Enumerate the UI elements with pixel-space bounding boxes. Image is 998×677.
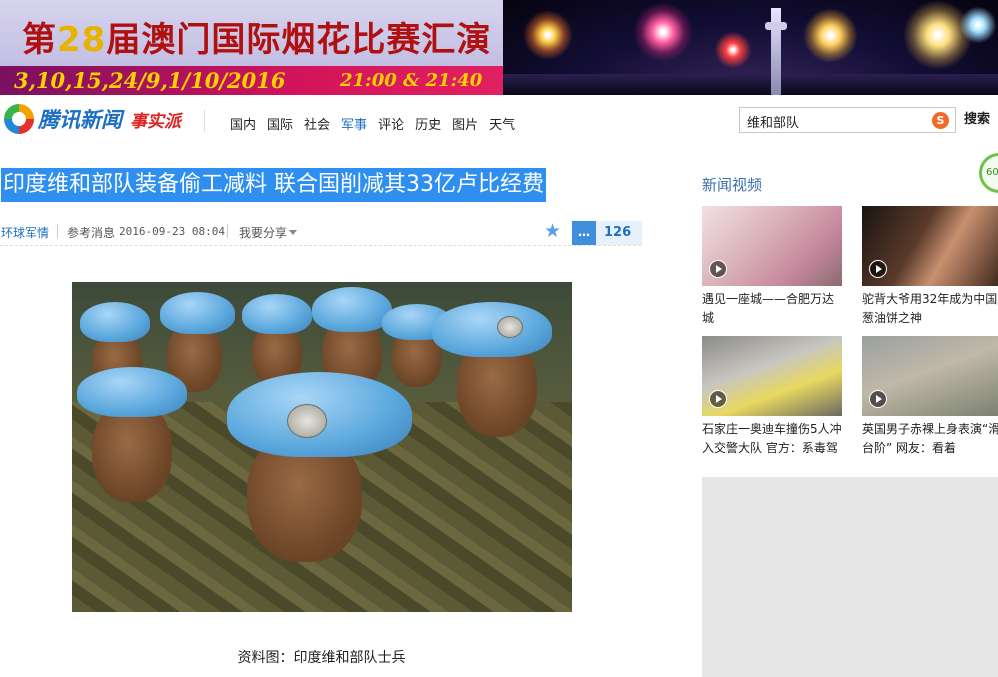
nav-link-photos[interactable]: 图片 <box>452 114 478 133</box>
banner-title: 第28届澳门国际烟花比赛汇演 <box>22 20 492 60</box>
nav-link-commentary[interactable]: 评论 <box>378 114 404 133</box>
article-headline: 印度维和部队装备偷工减料 联合国削减其33亿卢比经费 <box>1 168 546 202</box>
article-photo <box>72 282 572 612</box>
chevron-down-icon[interactable] <box>289 230 297 235</box>
tencent-logo-icon <box>4 104 34 134</box>
logo-subbrand: 事实派 <box>130 111 181 132</box>
banner-dates: 3,10,15,24/9,1/10/2016 <box>14 68 286 93</box>
nav-link-international[interactable]: 国际 <box>267 114 293 133</box>
photo-caption: 资料图：印度维和部队士兵 <box>237 650 406 666</box>
meta-divider <box>227 224 228 238</box>
nav-divider <box>204 110 205 132</box>
nav-link-weather[interactable]: 天气 <box>489 114 515 133</box>
video-thumbnail[interactable] <box>702 336 842 416</box>
search-button[interactable]: 搜索 <box>958 107 998 133</box>
video-caption[interactable]: 驼背大爷用32年成为中国葱油饼之神 <box>862 290 998 328</box>
comment-icon: … <box>572 221 596 245</box>
channel-nav: 国内 国际 社会 军事 评论 历史 图片 天气 <box>230 114 515 133</box>
sidebar-title: 新闻视频 <box>702 176 763 194</box>
tencent-news-logo[interactable]: 腾讯新闻 事实派 <box>4 104 181 134</box>
comment-count: 126 <box>604 225 632 240</box>
comment-button[interactable]: … 126 <box>572 221 642 245</box>
nav-link-society[interactable]: 社会 <box>304 114 330 133</box>
search-input[interactable]: 维和部队 S <box>739 107 956 133</box>
play-icon[interactable] <box>709 390 727 408</box>
video-caption[interactable]: 英国男子赤裸上身表演“滑台阶” 网友：看着 <box>862 420 998 458</box>
nav-link-domestic[interactable]: 国内 <box>230 114 256 133</box>
article-timestamp: 2016-09-23 08:04 <box>119 225 225 238</box>
share-menu[interactable]: 我要分享 <box>239 224 287 241</box>
video-thumbnail[interactable] <box>862 336 998 416</box>
article-source-link[interactable]: 环球军情 <box>1 224 49 241</box>
city-skyline <box>503 74 998 95</box>
play-icon[interactable] <box>869 390 887 408</box>
video-caption[interactable]: 石家庄一奥迪车撞伤5人冲入交警大队 官方：系毒驾 <box>702 420 842 458</box>
nav-link-military[interactable]: 军事 <box>341 114 367 133</box>
article-origin: 参考消息 <box>67 226 116 240</box>
favorite-star-icon[interactable]: ★ <box>544 221 561 241</box>
nav-link-history[interactable]: 历史 <box>415 114 441 133</box>
sogou-search-icon[interactable]: S <box>932 112 949 129</box>
banner-fireworks-image <box>503 0 998 95</box>
banner-times: 21:00 & 21:40 <box>340 70 483 91</box>
sidebar-ad-placeholder <box>702 477 998 677</box>
play-icon[interactable] <box>709 260 727 278</box>
top-banner-ad[interactable]: 第28届澳门国际烟花比赛汇演 3,10,15,24/9,1/10/2016 21… <box>0 0 998 95</box>
video-thumbnail[interactable] <box>862 206 998 286</box>
play-icon[interactable] <box>869 260 887 278</box>
logo-text: 腾讯新闻 <box>38 108 122 132</box>
search-input-value: 维和部队 <box>747 116 800 131</box>
progress-badge[interactable]: 60% <box>979 153 998 193</box>
banner-text-panel: 第28届澳门国际烟花比赛汇演 3,10,15,24/9,1/10/2016 21… <box>0 0 503 95</box>
video-caption[interactable]: 遇见一座城——合肥万达城 <box>702 290 842 328</box>
video-thumbnail[interactable] <box>702 206 842 286</box>
meta-divider <box>57 224 58 238</box>
